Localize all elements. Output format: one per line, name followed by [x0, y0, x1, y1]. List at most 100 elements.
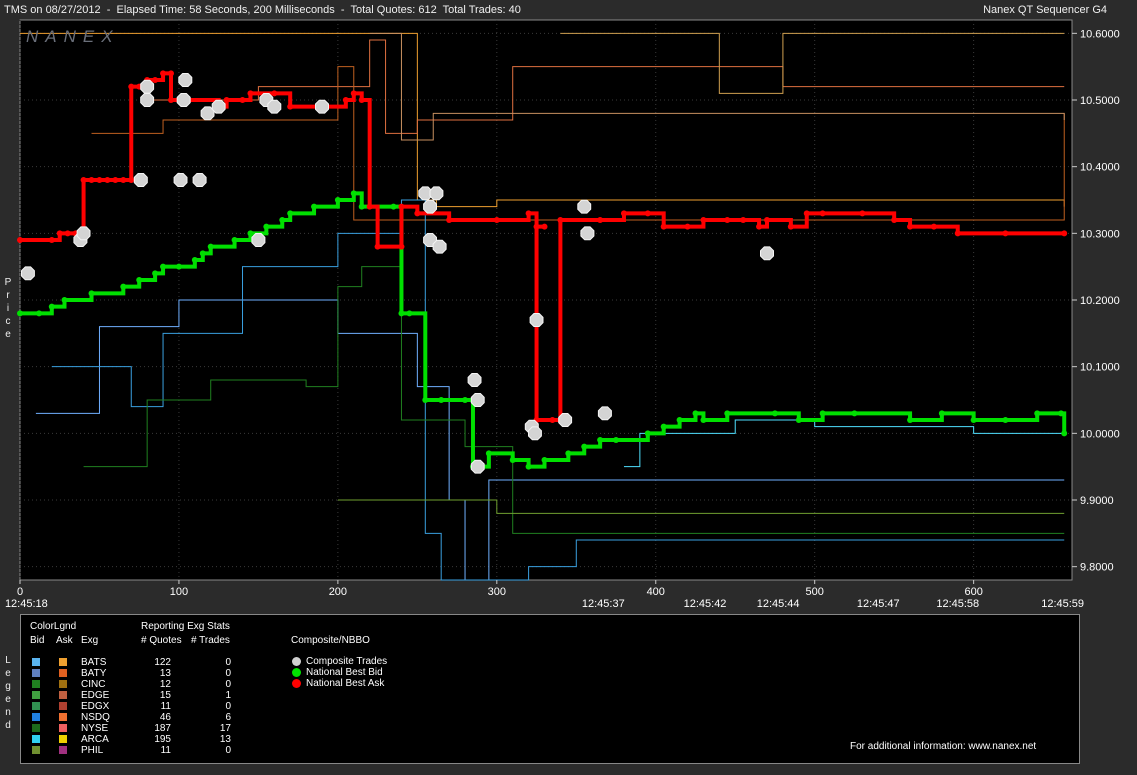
legend-ask-swatch — [59, 702, 67, 710]
bid-point — [676, 417, 683, 423]
ask-point — [152, 77, 159, 83]
bid-point — [485, 450, 492, 457]
legend-exchange-name: NYSE — [81, 723, 109, 734]
price-chart: 10.6000 10.5000 10.4000 10.3000 10.2000 10.10… — [5, 19, 1120, 610]
bid-point — [907, 417, 914, 423]
ask-point — [414, 210, 421, 217]
legend-trade-count: 1 — [225, 690, 231, 701]
bid-point — [581, 443, 588, 450]
ask-point — [907, 223, 914, 230]
legend-trade-count: 6 — [225, 712, 231, 723]
bid-point — [795, 417, 802, 423]
ask-point — [366, 203, 373, 210]
legend-quote-count: 195 — [154, 734, 171, 745]
ask-point — [620, 210, 627, 217]
bid-point — [311, 203, 318, 210]
legend-trade-count: 0 — [225, 701, 231, 712]
legend-bid-swatch — [32, 724, 40, 732]
bid-point — [1002, 417, 1009, 423]
ask-point — [223, 97, 230, 103]
ask-point — [80, 177, 87, 183]
ask-point — [104, 177, 111, 183]
composite-trade-marker — [423, 199, 437, 214]
bid-point — [1034, 410, 1041, 417]
legend-label-char: L — [5, 655, 11, 666]
ask-point — [930, 223, 937, 230]
legend-trade-count: 0 — [225, 657, 231, 668]
composite-trade-marker — [76, 226, 91, 241]
legend-composite-label: National Best Ask — [306, 678, 385, 689]
legend-exchange-name: BATY — [81, 668, 107, 679]
legend-exchange-name: EDGX — [81, 701, 110, 712]
bid-point — [247, 230, 254, 237]
ask-point — [167, 70, 174, 77]
y-tick-label: 9.9000 — [1080, 495, 1114, 507]
ask-point — [446, 217, 453, 223]
legend-composite-label: Composite Trades — [306, 656, 388, 667]
ask-point — [287, 103, 294, 110]
legend-quote-count: 187 — [154, 723, 171, 734]
ask-point — [557, 217, 564, 223]
y-tick-label: 10.1000 — [1080, 362, 1120, 374]
composite-trade-marker — [140, 79, 155, 94]
ask-point — [1002, 230, 1009, 237]
ask-point — [120, 177, 127, 183]
legend-trade-count: 0 — [225, 668, 231, 679]
ask-point — [17, 237, 23, 243]
bid-point — [597, 437, 604, 443]
y-tick-label: 10.0000 — [1080, 428, 1120, 440]
legend-quote-count: 12 — [159, 679, 171, 690]
composite-trade-marker — [176, 93, 191, 107]
ask-point — [167, 97, 174, 103]
bid-point — [525, 463, 532, 470]
bid-point — [938, 410, 945, 417]
ask-point — [271, 90, 278, 97]
y-tick-label: 9.8000 — [1080, 562, 1114, 574]
ask-point — [342, 97, 349, 103]
ask-point — [160, 70, 167, 77]
legend-composite-title: Composite/NBBO — [291, 635, 370, 646]
bid-point — [390, 203, 397, 210]
bid-point — [509, 457, 516, 463]
y-tick-label: 10.6000 — [1080, 28, 1120, 40]
ask-point — [96, 177, 103, 183]
bid-point — [422, 397, 429, 403]
legend-label-char: d — [5, 720, 11, 731]
time-label: 12:45:44 — [757, 598, 800, 610]
bid-point — [1058, 410, 1065, 417]
legend-ask-swatch — [59, 680, 67, 688]
ask-point — [787, 223, 794, 230]
bid-point — [851, 410, 858, 417]
composite-trade-marker — [470, 459, 485, 474]
legend-panel: ColorLgnd Reporting Exg Stats Bid Ask Ex… — [20, 614, 1080, 764]
composite-trade-marker — [178, 73, 193, 87]
legend-exchange-name: NSDQ — [81, 712, 110, 723]
legend-ask-swatch — [59, 735, 67, 743]
bid-point — [191, 257, 198, 263]
legend-exchange-name: EDGE — [81, 690, 110, 701]
legend-quote-count: 122 — [154, 657, 171, 668]
bid-point — [406, 310, 413, 317]
bid-point — [287, 210, 294, 217]
ask-point — [764, 217, 771, 223]
legend-footer: For additional information: www.nanex.ne… — [850, 741, 1037, 752]
ask-point — [48, 237, 55, 243]
time-label: 12:45:18 — [5, 598, 48, 610]
composite-trade-marker — [529, 313, 544, 327]
legend-ask-swatch — [59, 724, 67, 732]
bid-point — [175, 263, 182, 270]
composite-trade-marker — [211, 99, 226, 114]
bid-point — [350, 190, 357, 197]
ask-point — [549, 417, 556, 423]
ask-point — [724, 217, 731, 223]
bid-point — [61, 297, 68, 303]
ask-point — [541, 223, 548, 230]
bid-point — [88, 290, 95, 297]
legend-bid-swatch — [32, 713, 40, 721]
legend-quote-count: 46 — [159, 712, 171, 723]
legend-ask-swatch — [59, 746, 67, 754]
legend-ask-swatch — [59, 713, 67, 721]
bid-point — [438, 397, 445, 403]
ask-point — [358, 97, 365, 103]
ask-point — [740, 217, 747, 223]
